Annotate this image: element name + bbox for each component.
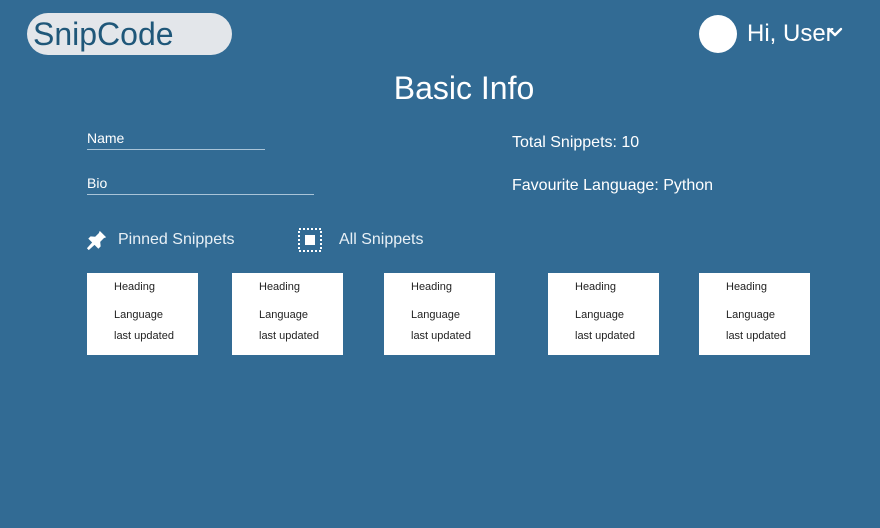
- snippet-card[interactable]: Heading Language last updated: [699, 273, 810, 355]
- bio-field-label: Bio: [87, 175, 108, 191]
- snippet-language: Language: [114, 309, 163, 321]
- tab-pinned-snippets[interactable]: Pinned Snippets: [86, 227, 235, 253]
- snippet-heading: Heading: [114, 281, 155, 293]
- snippet-heading: Heading: [411, 281, 452, 293]
- name-field-label: Name: [87, 130, 125, 146]
- bio-field[interactable]: Bio: [87, 174, 314, 195]
- avatar[interactable]: [699, 15, 737, 53]
- name-field[interactable]: Name: [87, 129, 265, 150]
- snippet-card[interactable]: Heading Language last updated: [548, 273, 659, 355]
- favourite-language-stat: Favourite Language: Python: [512, 177, 714, 194]
- pin-icon: [86, 230, 107, 251]
- snippet-language: Language: [411, 309, 460, 321]
- bio-field-underline: [87, 194, 314, 195]
- snippet-language: Language: [726, 309, 775, 321]
- snippet-last-updated: last updated: [726, 330, 786, 342]
- tab-all-snippets-label: All Snippets: [339, 231, 424, 248]
- name-field-underline: [87, 149, 265, 150]
- snippet-card[interactable]: Heading Language last updated: [87, 273, 198, 355]
- total-snippets-stat: Total Snippets: 10: [512, 134, 640, 151]
- snippet-card[interactable]: Heading Language last updated: [232, 273, 343, 355]
- snippet-last-updated: last updated: [575, 330, 635, 342]
- snippet-card[interactable]: Heading Language last updated: [384, 273, 495, 355]
- snippet-heading: Heading: [726, 281, 767, 293]
- user-greeting: Hi, User: [747, 20, 834, 47]
- snippet-heading: Heading: [575, 281, 616, 293]
- app-logo[interactable]: SnipCode: [27, 13, 232, 55]
- user-menu[interactable]: Hi, User: [699, 15, 849, 53]
- snippet-language: Language: [575, 309, 624, 321]
- tab-pinned-snippets-label: Pinned Snippets: [118, 231, 235, 248]
- chevron-down-icon[interactable]: [827, 26, 843, 38]
- snippet-last-updated: last updated: [114, 330, 174, 342]
- snippet-language: Language: [259, 309, 308, 321]
- grid-select-icon: [298, 228, 322, 252]
- snippet-last-updated: last updated: [411, 330, 471, 342]
- tab-all-snippets[interactable]: All Snippets: [297, 227, 424, 253]
- snippet-heading: Heading: [259, 281, 300, 293]
- page-title: Basic Info: [393, 70, 535, 106]
- snippet-last-updated: last updated: [259, 330, 319, 342]
